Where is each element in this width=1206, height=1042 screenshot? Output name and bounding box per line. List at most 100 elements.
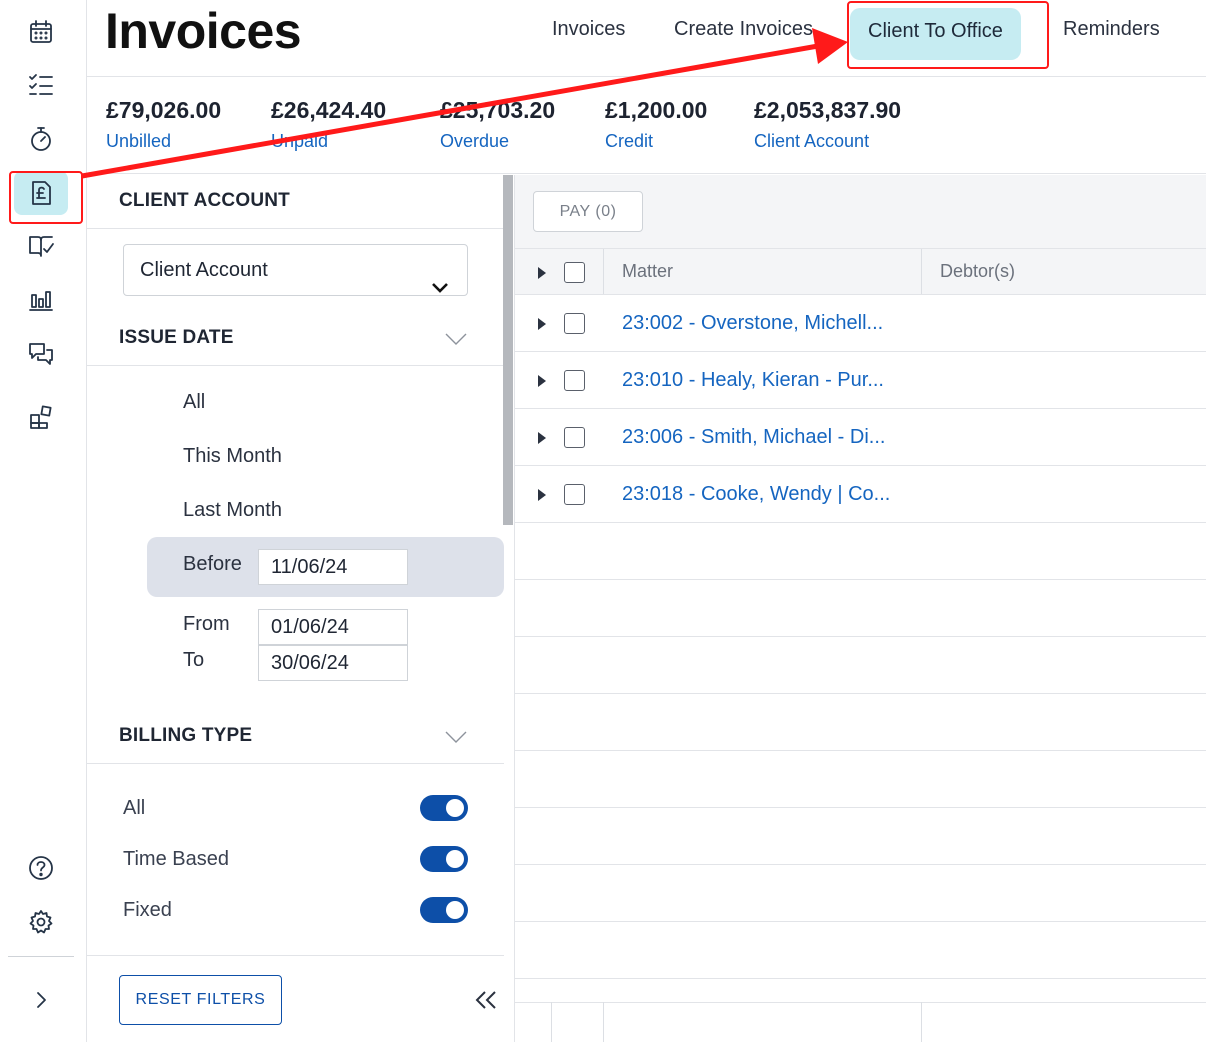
table-row[interactable]: 23:002 - Overstone, Michell...: [515, 295, 1206, 352]
expand-all-icon[interactable]: [538, 266, 546, 279]
matter-link[interactable]: 23:018 - Cooke, Wendy | Co...: [622, 483, 890, 506]
divider: [87, 763, 504, 764]
footer-column-divider: [921, 1002, 922, 1042]
stat-client-account[interactable]: £2,053,837.90 Client Account: [754, 97, 901, 152]
annotation-highlight-box: [847, 1, 1049, 69]
matter-link[interactable]: 23:006 - Smith, Michael - Di...: [622, 426, 885, 449]
issue-date-option-this-month[interactable]: This Month: [183, 445, 282, 468]
footer-column-divider: [603, 1002, 604, 1042]
billing-type-fixed-toggle[interactable]: [420, 897, 468, 923]
row-checkbox[interactable]: [564, 427, 585, 448]
billing-type-all-toggle[interactable]: [420, 795, 468, 821]
empty-row-line: [515, 750, 1206, 751]
select-value: Client Account: [140, 259, 268, 281]
timer-icon[interactable]: [14, 117, 68, 161]
expand-row-icon[interactable]: [538, 317, 546, 330]
calendar-icon[interactable]: [14, 10, 68, 54]
expand-row-icon[interactable]: [538, 374, 546, 387]
divider: [87, 365, 504, 366]
stat-label[interactable]: Overdue: [440, 131, 555, 152]
issue-date-option-last-month[interactable]: Last Month: [183, 499, 282, 522]
expand-icon[interactable]: [14, 978, 68, 1022]
row-checkbox[interactable]: [564, 313, 585, 334]
app-root: Invoices Invoices Create Invoices Client…: [0, 0, 1206, 1042]
summary-bar: £79,026.00 Unbilled £26,424.40 Unpaid £2…: [87, 78, 1206, 174]
reset-filters-button[interactable]: RESET FILTERS: [119, 975, 282, 1025]
stat-amount: £1,200.00: [605, 97, 708, 123]
matter-link[interactable]: 23:010 - Healy, Kieran - Pur...: [622, 369, 884, 392]
to-label: To: [183, 649, 205, 671]
empty-row-line: [515, 636, 1206, 637]
stat-unbilled[interactable]: £79,026.00 Unbilled: [106, 97, 221, 152]
billing-type-heading[interactable]: BILLING TYPE: [119, 725, 252, 747]
issue-date-option-all[interactable]: All: [183, 391, 205, 414]
billing-type-time-based-toggle[interactable]: [420, 846, 468, 872]
stat-amount: £26,424.40: [271, 97, 387, 123]
billing-type-label: Time Based: [123, 848, 229, 870]
stat-amount: £2,053,837.90: [754, 97, 902, 123]
annotation-highlight-box: [9, 171, 83, 224]
help-icon[interactable]: [14, 846, 68, 890]
stat-label[interactable]: Unpaid: [271, 131, 386, 152]
to-date-input[interactable]: 30/06/24: [258, 645, 408, 681]
left-nav-rail: [0, 0, 87, 1042]
settings-icon[interactable]: [14, 900, 68, 944]
billing-type-label: Fixed: [123, 899, 172, 921]
empty-row-line: [515, 864, 1206, 865]
tab-reminders[interactable]: Reminders: [1063, 18, 1160, 41]
from-label: From: [183, 613, 230, 635]
stat-unpaid[interactable]: £26,424.40 Unpaid: [271, 97, 386, 152]
filter-scrollbar[interactable]: [503, 175, 513, 525]
table-row[interactable]: 23:010 - Healy, Kieran - Pur...: [515, 352, 1206, 409]
before-date-input[interactable]: 11/06/24: [258, 549, 408, 585]
tab-create-invoices[interactable]: Create Invoices: [674, 18, 813, 41]
empty-row-line: [515, 807, 1206, 808]
table-row[interactable]: 23:006 - Smith, Michael - Di...: [515, 409, 1206, 466]
empty-row-line: [515, 921, 1206, 922]
table-footer-line: [515, 1002, 1206, 1003]
collapse-panel-icon[interactable]: [472, 988, 500, 1012]
stat-overdue[interactable]: £25,703.20 Overdue: [440, 97, 555, 152]
column-header-matter[interactable]: Matter: [622, 261, 673, 282]
task-list-icon[interactable]: [14, 63, 68, 107]
client-account-heading: CLIENT ACCOUNT: [119, 190, 290, 211]
apps-icon[interactable]: [14, 395, 68, 439]
bar-chart-icon[interactable]: [14, 278, 68, 322]
column-divider[interactable]: [921, 249, 922, 294]
issue-date-heading[interactable]: ISSUE DATE: [119, 327, 234, 349]
expand-row-icon[interactable]: [538, 488, 546, 501]
chevron-down-icon[interactable]: [445, 730, 467, 743]
column-header-debtors[interactable]: Debtor(s): [940, 261, 1015, 282]
row-checkbox[interactable]: [564, 484, 585, 505]
divider: [87, 955, 504, 956]
toolbar: PAY (0): [515, 175, 1206, 249]
expand-row-icon[interactable]: [538, 431, 546, 444]
table-row[interactable]: 23:018 - Cooke, Wendy | Co...: [515, 466, 1206, 523]
stat-label[interactable]: Client Account: [754, 131, 901, 152]
filter-panel: CLIENT ACCOUNT Client Account ISSUE DATE…: [87, 175, 515, 1042]
chat-icon[interactable]: [14, 332, 68, 376]
empty-row-line: [515, 978, 1206, 979]
book-check-icon[interactable]: [14, 224, 68, 268]
empty-row-line: [515, 693, 1206, 694]
stat-amount: £25,703.20: [440, 97, 556, 123]
pay-button[interactable]: PAY (0): [533, 191, 643, 232]
matter-link[interactable]: 23:002 - Overstone, Michell...: [622, 312, 883, 335]
client-account-select[interactable]: Client Account: [123, 244, 468, 296]
before-label: Before: [183, 553, 242, 575]
row-checkbox[interactable]: [564, 370, 585, 391]
from-date-input[interactable]: 01/06/24: [258, 609, 408, 645]
stat-label[interactable]: Unbilled: [106, 131, 221, 152]
billing-type-label: All: [123, 797, 146, 819]
select-all-checkbox[interactable]: [564, 262, 585, 283]
table-header: Matter Debtor(s): [515, 249, 1206, 295]
chevron-down-icon[interactable]: [445, 332, 467, 345]
tab-invoices[interactable]: Invoices: [552, 18, 625, 41]
column-divider: [603, 249, 604, 294]
stat-amount: £79,026.00: [106, 97, 222, 123]
stat-credit[interactable]: £1,200.00 Credit: [605, 97, 707, 152]
stat-label[interactable]: Credit: [605, 131, 707, 152]
empty-row-line: [515, 579, 1206, 580]
results-panel: PAY (0) Matter Debtor(s) 23:002 - Overst…: [515, 175, 1206, 1042]
rail-divider: [8, 956, 74, 957]
